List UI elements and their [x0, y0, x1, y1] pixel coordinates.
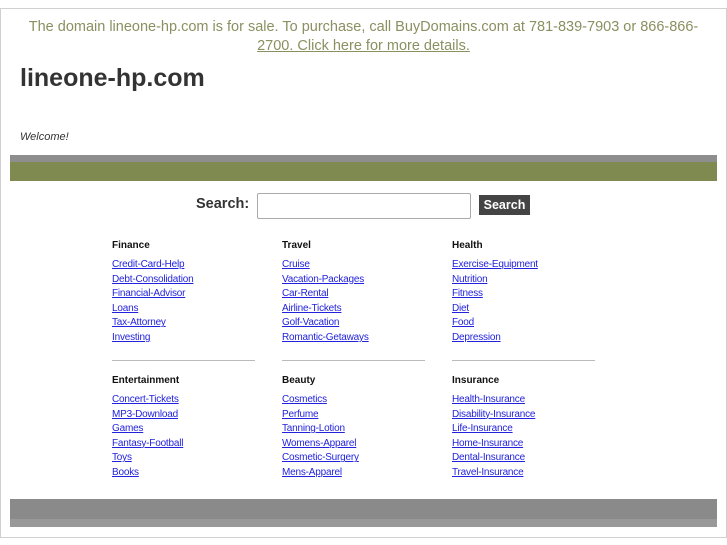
footer-band — [10, 499, 717, 519]
category-link[interactable]: Nutrition — [452, 274, 595, 289]
category-finance: Finance Credit-Card-Help Debt-Consolidatio… — [112, 240, 255, 347]
category-heading: Finance — [112, 240, 150, 251]
category-link[interactable]: Tax-Attorney — [112, 317, 255, 332]
header-band-green — [10, 162, 717, 181]
category-link[interactable]: Health-Insurance — [452, 394, 595, 409]
search-label: Search: — [196, 196, 250, 212]
category-link[interactable]: Womens-Apparel — [282, 438, 425, 453]
for-sale-banner: The domain lineone-hp.com is for sale. T… — [20, 18, 707, 56]
category-link[interactable]: Concert-Tickets — [112, 394, 255, 409]
category-divider — [452, 360, 595, 361]
category-beauty: Beauty Cosmetics Perfume Tanning-Lotion Wome… — [282, 375, 425, 482]
category-link[interactable]: Airline-Tickets — [282, 303, 425, 318]
search-input[interactable] — [257, 193, 471, 219]
category-link[interactable]: Books — [112, 467, 255, 482]
category-divider — [112, 360, 255, 361]
welcome-text: Welcome! — [20, 131, 69, 143]
category-link[interactable]: Loans — [112, 303, 255, 318]
category-link[interactable]: Romantic-Getaways — [282, 332, 425, 347]
category-insurance: Insurance Health-Insurance Disability-Insu… — [452, 375, 595, 482]
category-link[interactable]: Credit-Card-Help — [112, 259, 255, 274]
site-title: lineone-hp.com — [20, 64, 205, 92]
category-link[interactable]: Tanning-Lotion — [282, 423, 425, 438]
category-link[interactable]: Disability-Insurance — [452, 409, 595, 424]
category-health: Health Exercise-Equipment Nutrition Fitness… — [452, 240, 595, 347]
category-link[interactable]: Food — [452, 317, 595, 332]
category-link[interactable]: Depression — [452, 332, 595, 347]
category-link[interactable]: Cosmetic-Surgery — [282, 452, 425, 467]
search-button[interactable]: Search — [479, 195, 530, 215]
category-travel: Travel Cruise Vacation-Packages Car-Rental A… — [282, 240, 425, 347]
category-heading: Insurance — [452, 375, 500, 386]
category-link[interactable]: Vacation-Packages — [282, 274, 425, 289]
category-link[interactable]: Dental-Insurance — [452, 452, 595, 467]
category-link[interactable]: Games — [112, 423, 255, 438]
category-link[interactable]: Mens-Apparel — [282, 467, 425, 482]
category-divider — [282, 360, 425, 361]
category-link[interactable]: MP3-Download — [112, 409, 255, 424]
category-link[interactable]: Cosmetics — [282, 394, 425, 409]
category-heading: Beauty — [282, 375, 316, 386]
category-link[interactable]: Diet — [452, 303, 595, 318]
footer-band-light — [10, 519, 717, 527]
for-sale-text: The domain lineone-hp.com is for sale. T… — [28, 19, 699, 35]
category-link[interactable]: Debt-Consolidation — [112, 274, 255, 289]
category-link[interactable]: Perfume — [282, 409, 425, 424]
category-entertainment: Entertainment Concert-Tickets MP3-Download… — [112, 375, 255, 482]
category-link[interactable]: Toys — [112, 452, 255, 467]
category-link[interactable]: Fitness — [452, 288, 595, 303]
more-details-link[interactable]: 2700. Click here for more details. — [257, 38, 470, 54]
category-link[interactable]: Investing — [112, 332, 255, 347]
category-heading: Entertainment — [112, 375, 180, 386]
category-link[interactable]: Home-Insurance — [452, 438, 595, 453]
category-heading: Travel — [282, 240, 311, 251]
category-link[interactable]: Exercise-Equipment — [452, 259, 595, 274]
category-link[interactable]: Financial-Advisor — [112, 288, 255, 303]
category-link[interactable]: Golf-Vacation — [282, 317, 425, 332]
category-link[interactable]: Life-Insurance — [452, 423, 595, 438]
category-link[interactable]: Travel-Insurance — [452, 467, 595, 482]
category-link[interactable]: Cruise — [282, 259, 425, 274]
category-link[interactable]: Fantasy-Football — [112, 438, 255, 453]
header-band-gray — [10, 155, 717, 162]
category-heading: Health — [452, 240, 483, 251]
category-link[interactable]: Car-Rental — [282, 288, 425, 303]
